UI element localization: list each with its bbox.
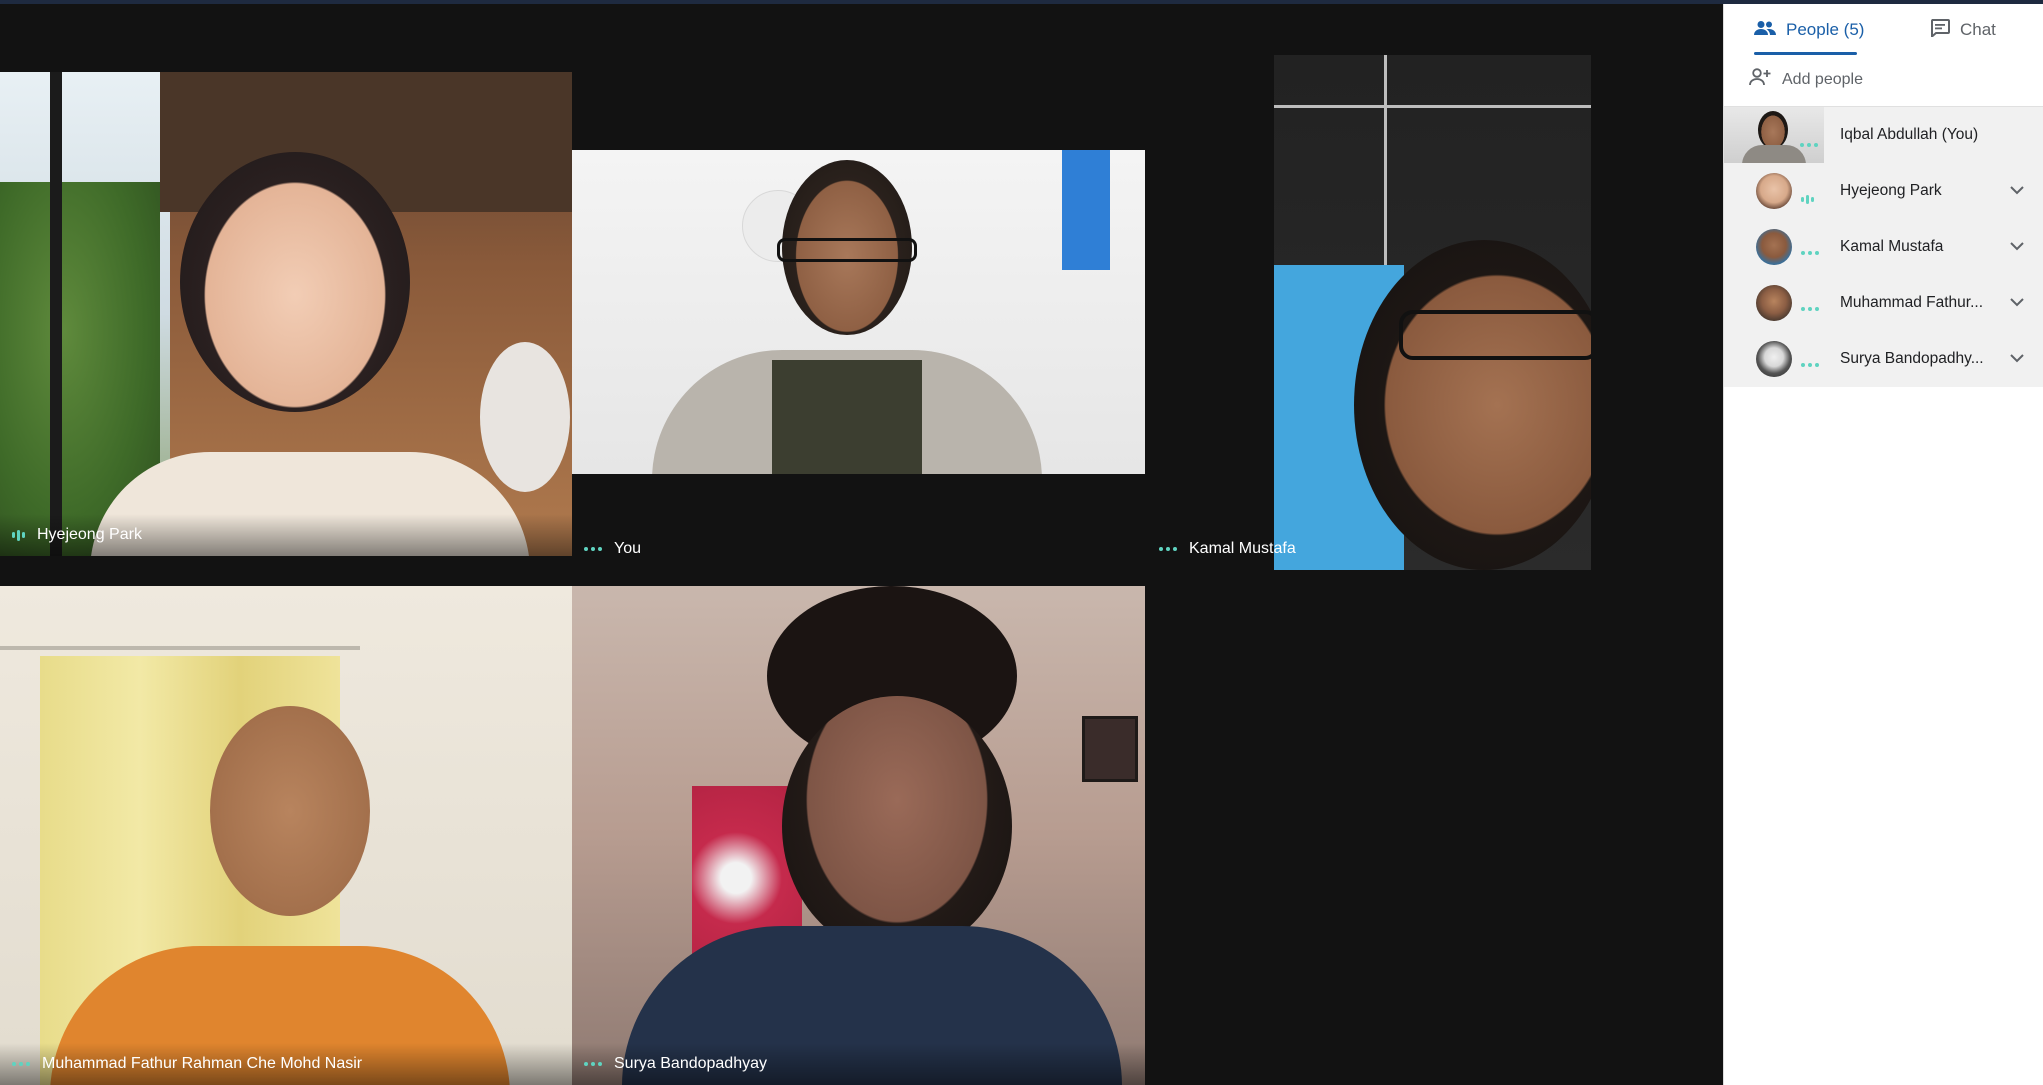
speaking-indicator-icon — [1801, 195, 1814, 204]
avatar — [1756, 229, 1792, 265]
panel-tabs: People (5) Chat — [1724, 4, 2043, 56]
video-feed — [572, 586, 1145, 1085]
mic-status-icon — [12, 1062, 30, 1066]
add-people-button[interactable]: Add people — [1748, 68, 1863, 91]
participant-list: Iqbal Abdullah (You) Hyejeong Park Kamal… — [1724, 107, 2043, 387]
video-grid: Hyejeong Park You Kamal Mustafa Muhammad… — [0, 4, 1723, 1085]
video-feed — [572, 150, 1145, 474]
active-tab-indicator — [1754, 52, 1857, 55]
participant-name-bar: Hyejeong Park — [0, 514, 572, 556]
participant-name: Kamal Mustafa — [1840, 238, 1944, 255]
participant-row[interactable]: Kamal Mustafa — [1724, 219, 2043, 275]
participant-name-bar: Muhammad Fathur Rahman Che Mohd Nasir — [0, 1043, 572, 1085]
video-tile-you[interactable]: You — [572, 150, 1145, 570]
video-tile-surya[interactable]: Surya Bandopadhyay — [572, 586, 1145, 1085]
mic-status-icon — [1801, 307, 1819, 311]
participant-name-bar: Kamal Mustafa — [1145, 528, 1723, 570]
chevron-down-icon[interactable] — [2008, 181, 2026, 204]
mic-status-icon — [1159, 547, 1177, 551]
side-panel: People (5) Chat Add people Iqbal Abdulla… — [1723, 4, 2043, 1085]
add-person-icon — [1748, 68, 1772, 91]
participant-name: Iqbal Abdullah (You) — [1840, 126, 1979, 143]
participant-row[interactable]: Muhammad Fathur... — [1724, 275, 2043, 331]
video-tile-hyejeong[interactable]: Hyejeong Park — [0, 72, 572, 556]
mic-status-icon — [584, 547, 602, 551]
chevron-down-icon[interactable] — [2008, 349, 2026, 372]
participant-name-bar: You — [572, 528, 1145, 570]
participant-name: Muhammad Fathur Rahman Che Mohd Nasir — [42, 1055, 363, 1072]
mic-status-icon — [584, 1062, 602, 1066]
participant-row[interactable]: Hyejeong Park — [1724, 163, 2043, 219]
participant-name: Muhammad Fathur... — [1840, 294, 1984, 311]
participant-row[interactable]: Surya Bandopadhy... — [1724, 331, 2043, 387]
participant-name: Kamal Mustafa — [1189, 540, 1296, 557]
self-video-thumbnail — [1724, 107, 1824, 163]
add-people-label: Add people — [1782, 70, 1863, 88]
participant-name: Surya Bandopadhyay — [614, 1055, 767, 1072]
participant-row[interactable]: Iqbal Abdullah (You) — [1724, 107, 2043, 163]
avatar — [1756, 341, 1792, 377]
video-tile-muhammad[interactable]: Muhammad Fathur Rahman Che Mohd Nasir — [0, 586, 572, 1085]
tab-chat[interactable]: Chat — [1930, 4, 1996, 56]
video-feed — [0, 72, 572, 556]
avatar — [1756, 285, 1792, 321]
tab-people[interactable]: People (5) — [1754, 4, 1864, 56]
mic-status-icon — [1801, 363, 1819, 367]
mic-status-icon — [1801, 251, 1819, 255]
chevron-down-icon[interactable] — [2008, 293, 2026, 316]
participant-name: Hyejeong Park — [1840, 182, 1942, 199]
video-feed — [1274, 55, 1591, 570]
video-tile-kamal[interactable]: Kamal Mustafa — [1145, 55, 1723, 570]
participant-name-bar: Surya Bandopadhyay — [572, 1043, 1145, 1085]
chat-icon — [1930, 18, 1950, 42]
speaking-indicator-icon — [12, 529, 25, 541]
chevron-down-icon[interactable] — [2008, 237, 2026, 260]
people-icon — [1754, 20, 1776, 41]
participant-name: You — [614, 540, 641, 557]
mic-status-icon — [1800, 143, 1818, 147]
participant-name: Surya Bandopadhy... — [1840, 350, 1984, 367]
participant-name: Hyejeong Park — [37, 526, 142, 543]
video-feed — [0, 586, 572, 1085]
avatar — [1756, 173, 1792, 209]
tab-chat-label: Chat — [1960, 20, 1996, 39]
tab-people-label: People (5) — [1786, 20, 1865, 39]
